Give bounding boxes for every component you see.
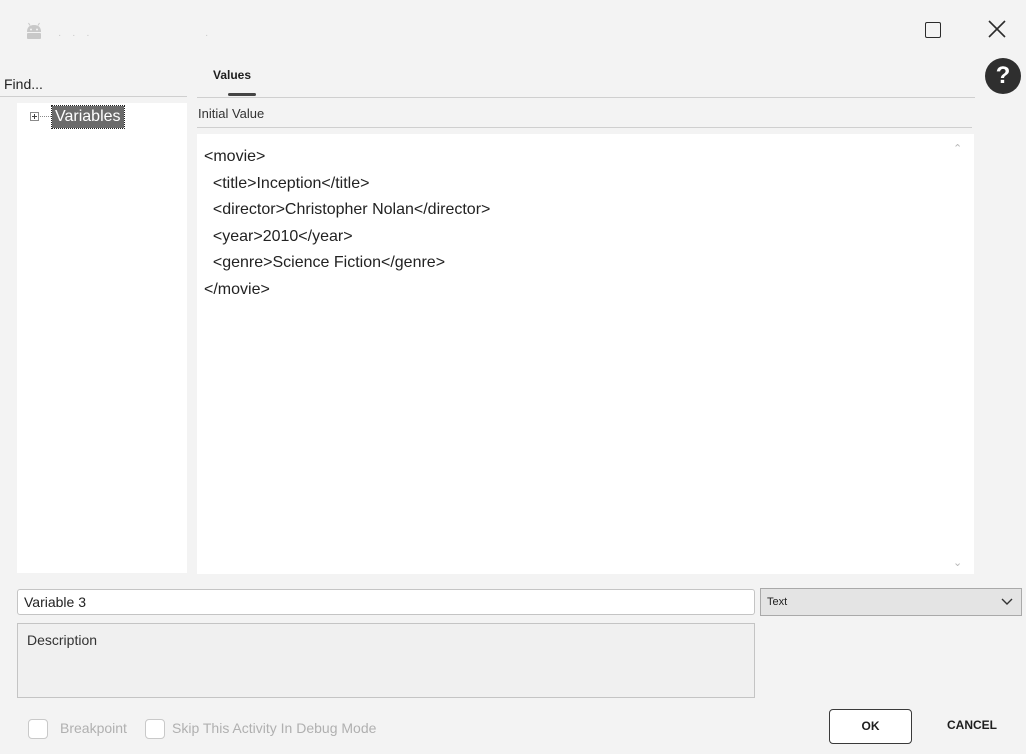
variables-tree[interactable] (17, 103, 187, 573)
breakpoint-label: Breakpoint (60, 720, 127, 736)
ok-button[interactable]: OK (829, 709, 912, 744)
title-bar (0, 0, 1026, 62)
initial-value-label: Initial Value (198, 106, 265, 121)
close-icon[interactable] (984, 16, 1010, 42)
description-field[interactable] (17, 623, 755, 698)
initial-value-text[interactable]: <movie> <title>Inception</title> <direct… (204, 144, 490, 303)
divider (197, 97, 975, 98)
scroll-up-icon[interactable]: ⌃ (953, 142, 962, 155)
android-robot-icon (27, 22, 41, 39)
scroll-down-icon[interactable]: ⌄ (953, 556, 962, 569)
help-icon[interactable]: ? (985, 58, 1021, 94)
active-tab-indicator (228, 93, 256, 96)
find-label[interactable]: Find... (4, 76, 43, 92)
description-placeholder: Description (27, 632, 98, 648)
divider (0, 96, 187, 97)
title-placeholder: · (205, 30, 213, 41)
chevron-down-icon (1001, 598, 1013, 605)
expand-plus-icon[interactable] (30, 112, 39, 121)
divider (197, 127, 972, 128)
breakpoint-checkbox[interactable] (28, 719, 48, 739)
tab-values[interactable]: Values (213, 68, 251, 82)
tree-item-variables[interactable]: Variables (51, 105, 125, 129)
type-select[interactable] (760, 588, 1022, 616)
type-select-value: Text (767, 596, 788, 608)
tree-connector (40, 116, 51, 117)
maximize-icon[interactable] (925, 22, 941, 38)
cancel-button[interactable]: CANCEL (932, 718, 1012, 732)
skip-debug-label: Skip This Activity In Debug Mode (172, 720, 377, 736)
title-placeholder: · · · (58, 30, 94, 41)
variable-name-input[interactable] (17, 589, 755, 615)
skip-debug-checkbox[interactable] (145, 719, 165, 739)
